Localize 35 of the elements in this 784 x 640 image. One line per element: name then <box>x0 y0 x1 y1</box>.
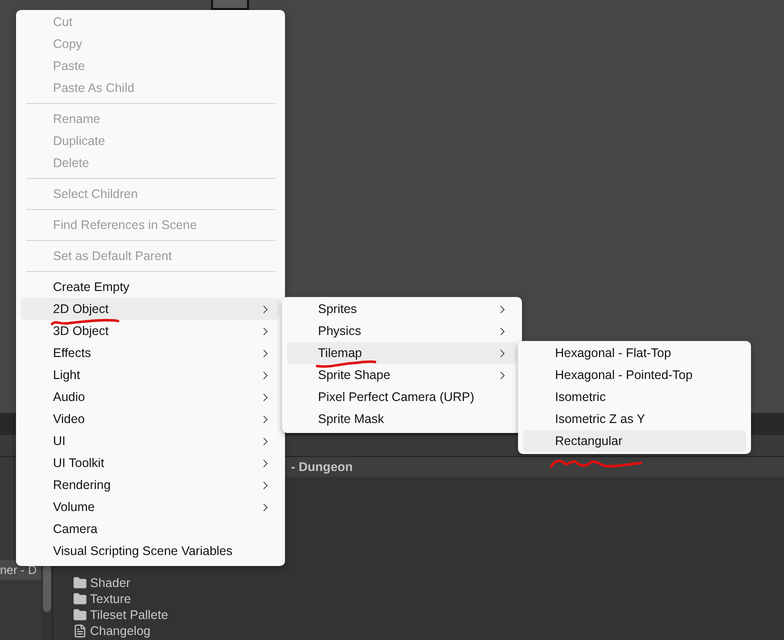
menu-item[interactable]: Volume <box>21 496 280 518</box>
menu-item[interactable]: Rendering <box>21 474 280 496</box>
annotation-underline <box>314 358 378 370</box>
file-item[interactable]: Changelog <box>73 623 784 639</box>
menu-item[interactable]: Camera <box>21 518 280 540</box>
document-icon <box>73 624 87 638</box>
menu-item[interactable]: Sprite Mask <box>287 408 517 430</box>
menu-item[interactable]: Audio <box>21 386 280 408</box>
menu-item[interactable]: UI Toolkit <box>21 452 280 474</box>
file-item[interactable]: Texture <box>73 591 784 607</box>
menu-item[interactable]: Physics <box>287 320 517 342</box>
menu-item[interactable]: Visual Scripting Scene Variables <box>21 540 280 562</box>
folder-icon <box>73 592 87 606</box>
menu-item[interactable]: Hexagonal - Pointed-Top <box>523 364 746 386</box>
menu-item[interactable]: Rectangular <box>523 430 746 452</box>
toolbar-icon[interactable] <box>211 0 249 10</box>
file-item[interactable]: Tileset Pallete <box>73 607 784 623</box>
file-item[interactable]: Shader <box>73 575 784 591</box>
menu-item[interactable]: Video <box>21 408 280 430</box>
menu-item[interactable]: Create Empty <box>21 276 280 298</box>
scene-title: - Dungeon <box>291 458 353 476</box>
menu-item[interactable]: 3D Object <box>21 320 280 342</box>
menu-item[interactable]: UI <box>21 430 280 452</box>
menu-item[interactable]: Pixel Perfect Camera (URP) <box>287 386 517 408</box>
folder-icon <box>73 608 87 622</box>
menu-item[interactable]: Tilemap <box>287 342 517 364</box>
menu-item[interactable]: Hexagonal - Flat-Top <box>523 342 746 364</box>
menu-item[interactable]: Isometric <box>523 386 746 408</box>
menu-item[interactable]: Effects <box>21 342 280 364</box>
folder-icon <box>73 576 87 590</box>
menu-item[interactable]: Isometric Z as Y <box>523 408 746 430</box>
menu-item[interactable]: Light <box>21 364 280 386</box>
menu-item[interactable]: 2D Object <box>21 298 280 320</box>
menu-item[interactable]: Sprites <box>287 298 517 320</box>
menu-item[interactable]: Sprite Shape <box>287 364 517 386</box>
